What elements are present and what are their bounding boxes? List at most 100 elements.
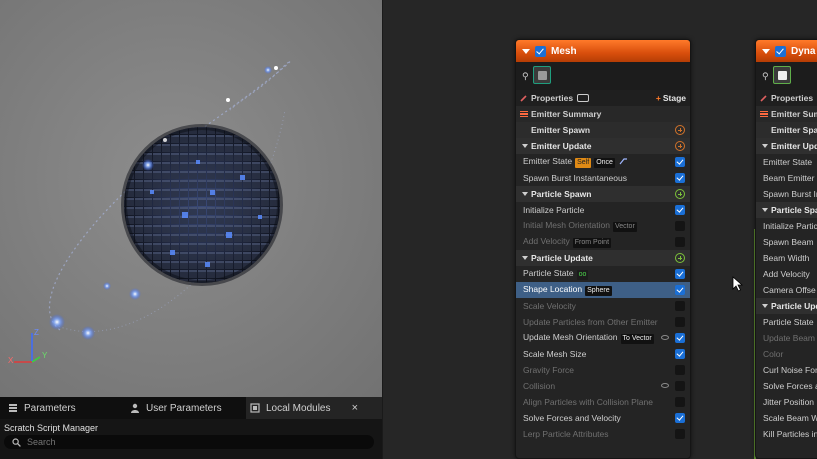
add-module-button[interactable] <box>675 141 685 151</box>
module-row-beam-width[interactable]: Beam Width <box>756 250 817 266</box>
node-header[interactable]: Dyna <box>756 40 817 62</box>
add-module-button[interactable] <box>675 125 685 135</box>
module-row-camera-offse[interactable]: Camera Offse <box>756 282 817 298</box>
module-row-scale-mesh-size[interactable]: Scale Mesh Size <box>516 346 690 362</box>
module-enable-checkbox[interactable] <box>675 173 685 183</box>
pin-icon[interactable]: ⚲ <box>522 71 529 82</box>
emitter-node-mesh[interactable]: Mesh ⚲ Properties + Stage Emitter Summary Em… <box>515 39 691 459</box>
add-stage-button[interactable]: + Stage <box>656 93 686 103</box>
module-enable-checkbox[interactable] <box>675 269 685 279</box>
module-row-spawn-beam[interactable]: Spawn Beam <box>756 234 817 250</box>
row-label: Particle State <box>523 268 574 278</box>
module-enable-checkbox[interactable] <box>675 301 685 311</box>
module-row-spawn-burst-instantaneous[interactable]: Spawn Burst Instantaneous <box>516 170 690 186</box>
module-enable-checkbox[interactable] <box>675 205 685 215</box>
pin-icon[interactable]: ⚲ <box>762 71 769 82</box>
close-tab-icon[interactable]: × <box>352 402 358 414</box>
module-row-curl-noise-for[interactable]: Curl Noise For <box>756 362 817 378</box>
row-label: Color <box>763 349 784 359</box>
module-row-particle-spa[interactable]: Particle Spa <box>756 202 817 218</box>
node-header[interactable]: Mesh <box>516 40 690 62</box>
module-row-scale-velocity[interactable]: Scale Velocity <box>516 298 690 314</box>
module-enable-checkbox[interactable] <box>675 365 685 375</box>
module-row-update-mesh-orientation[interactable]: Update Mesh Orientation To Vector <box>516 330 690 346</box>
module-enable-checkbox[interactable] <box>675 221 685 231</box>
module-enable-checkbox[interactable] <box>675 413 685 423</box>
tab-parameters[interactable]: Parameters <box>4 397 122 419</box>
tab-local-modules[interactable]: Local Modules <box>246 397 382 419</box>
row-label: Update Particles from Other Emitter <box>523 317 658 327</box>
module-row-initial-mesh-orientation[interactable]: Initial Mesh Orientation Vector <box>516 218 690 234</box>
module-enable-checkbox[interactable] <box>675 381 685 391</box>
module-enable-checkbox[interactable] <box>675 237 685 247</box>
tab-user-parameters[interactable]: User Parameters <box>126 397 244 419</box>
properties-row[interactable]: Properties <box>756 90 817 106</box>
module-row-particle-update[interactable]: Particle Update <box>516 250 690 266</box>
add-module-button[interactable] <box>675 189 685 199</box>
collapse-icon[interactable] <box>762 304 768 308</box>
collapse-icon[interactable] <box>522 144 528 148</box>
add-module-button[interactable] <box>675 253 685 263</box>
enable-checkbox[interactable] <box>535 45 546 57</box>
row-content: Particle Spa <box>771 205 817 215</box>
module-row-emitter-upd[interactable]: Emitter Upd <box>756 138 817 154</box>
module-enable-checkbox[interactable] <box>675 429 685 439</box>
module-row-particle-spawn[interactable]: Particle Spawn <box>516 186 690 202</box>
module-row-color[interactable]: Color <box>756 346 817 362</box>
module-enable-checkbox[interactable] <box>675 333 685 343</box>
module-row-kill-particles-in[interactable]: Kill Particles in <box>756 426 817 442</box>
module-row-emitter-update[interactable]: Emitter Update <box>516 138 690 154</box>
module-row-emitter-summary[interactable]: Emitter Summary <box>516 106 690 122</box>
module-row-add-velocity[interactable]: Add Velocity From Point <box>516 234 690 250</box>
module-row-lerp-particle-attributes[interactable]: Lerp Particle Attributes <box>516 426 690 442</box>
properties-row[interactable]: Properties + Stage <box>516 90 690 106</box>
row-content: Shape Location Sphere <box>523 284 612 296</box>
module-row-emitter-spaw[interactable]: Emitter Spaw <box>756 122 817 138</box>
emitter-thumbnail[interactable] <box>773 66 791 84</box>
collapse-icon[interactable] <box>762 144 768 148</box>
collapse-icon[interactable] <box>522 256 528 260</box>
module-enable-checkbox[interactable] <box>675 317 685 327</box>
debug-eye-icon[interactable] <box>661 335 669 340</box>
module-row-update-beam[interactable]: Update Beam <box>756 330 817 346</box>
parameter-binding-icon[interactable] <box>577 94 589 102</box>
emitter-thumbnail[interactable] <box>533 66 551 84</box>
search-input[interactable] <box>27 437 357 447</box>
emitter-node-dynamic-beam[interactable]: Dyna ⚲ Properties Emitter Summary Emitter … <box>755 39 817 459</box>
module-row-solve-forces-and-velocity[interactable]: Solve Forces and Velocity <box>516 410 690 426</box>
module-row-spawn-burst-in[interactable]: Spawn Burst In <box>756 186 817 202</box>
module-row-emitter-state[interactable]: Emitter State Self Once <box>516 154 690 170</box>
row-label: Kill Particles in <box>763 429 817 439</box>
module-row-solve-forces-a[interactable]: Solve Forces a <box>756 378 817 394</box>
preview-viewport[interactable]: Z X Y <box>0 0 382 397</box>
module-row-collision[interactable]: Collision <box>516 378 690 394</box>
module-row-particle-state[interactable]: Particle State <box>756 314 817 330</box>
module-row-initialize-particle[interactable]: Initialize Particle <box>516 202 690 218</box>
stage-label: Stage <box>662 93 686 103</box>
debug-eye-icon[interactable] <box>661 383 669 388</box>
collapse-icon[interactable] <box>762 208 768 212</box>
module-enable-checkbox[interactable] <box>675 349 685 359</box>
module-enable-checkbox[interactable] <box>675 285 685 295</box>
module-row-scale-beam-w[interactable]: Scale Beam W <box>756 410 817 426</box>
module-row-particle-upd[interactable]: Particle Upd <box>756 298 817 314</box>
module-row-emitter-state[interactable]: Emitter State <box>756 154 817 170</box>
module-row-emitter-summary[interactable]: Emitter Summary <box>756 106 817 122</box>
module-row-add-velocity[interactable]: Add Velocity <box>756 266 817 282</box>
module-row-initialize-partic[interactable]: Initialize Partic <box>756 218 817 234</box>
collapse-icon[interactable] <box>522 192 528 196</box>
module-row-update-particles-from-other-emitter[interactable]: Update Particles from Other Emitter <box>516 314 690 330</box>
collapse-icon[interactable] <box>762 48 770 54</box>
module-enable-checkbox[interactable] <box>675 397 685 407</box>
module-row-gravity-force[interactable]: Gravity Force <box>516 362 690 378</box>
enable-checkbox[interactable] <box>775 45 786 57</box>
collapse-icon[interactable] <box>522 48 530 54</box>
module-row-beam-emitter-s[interactable]: Beam Emitter S <box>756 170 817 186</box>
module-enable-checkbox[interactable] <box>675 157 685 167</box>
module-row-shape-location[interactable]: Shape Location Sphere <box>516 282 690 298</box>
module-row-align-particles-with-collision-plane[interactable]: Align Particles with Collision Plane <box>516 394 690 410</box>
module-row-particle-state[interactable]: Particle State oo <box>516 266 690 282</box>
module-row-jitter-position[interactable]: Jitter Position <box>756 394 817 410</box>
link-icon[interactable] <box>619 157 628 167</box>
module-row-emitter-spawn[interactable]: Emitter Spawn <box>516 122 690 138</box>
